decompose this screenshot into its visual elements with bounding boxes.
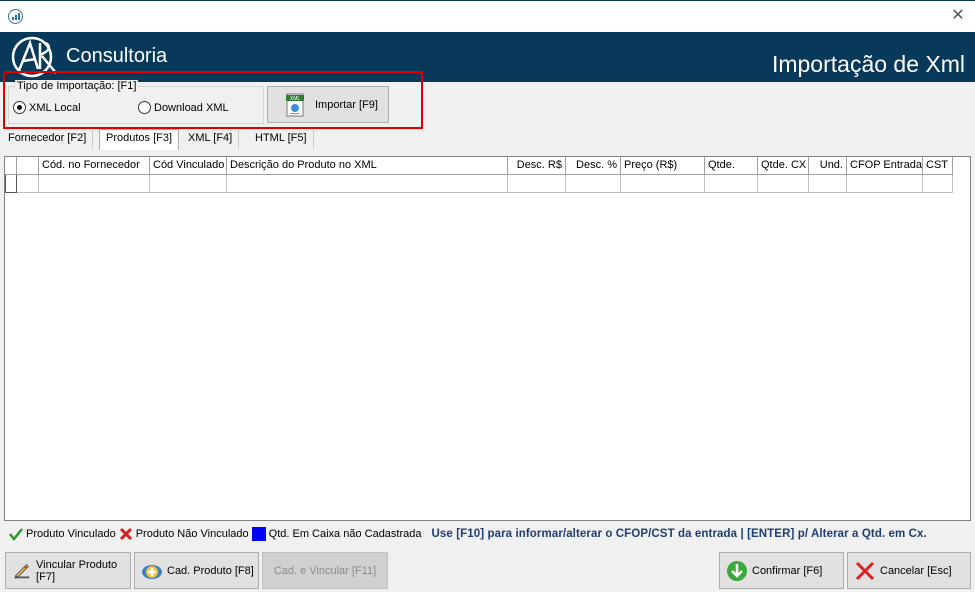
col-cod-fornecedor[interactable]: Cód. no Fornecedor	[39, 157, 150, 175]
col-qtde-cx[interactable]: Qtde. CX	[758, 157, 809, 175]
cad-produto-button[interactable]: Cad. Produto [F8]	[134, 552, 259, 589]
radio-download-xml-label: Download XML	[154, 101, 229, 114]
grid-cell[interactable]	[758, 175, 809, 193]
tab-produtos[interactable]: Produtos [F3]	[99, 129, 180, 150]
legend-nao-vinculado: Produto Não Vinculado	[119, 527, 249, 541]
grid-cell[interactable]	[705, 175, 758, 193]
grid-cell[interactable]	[847, 175, 923, 193]
title-bar: ✕	[0, 0, 975, 32]
cancelar-button[interactable]: Cancelar [Esc]	[847, 552, 971, 589]
row-indicator	[5, 175, 17, 193]
col-preco[interactable]: Preço (R$)	[621, 157, 705, 175]
brand-name: Consultoria	[66, 45, 168, 67]
col-cfop-entrada[interactable]: CFOP Entrada	[847, 157, 923, 175]
logo-icon	[11, 36, 57, 78]
cad-produto-label: Cad. Produto [F8]	[167, 564, 254, 577]
tab-fornecedor[interactable]: Fornecedor [F2]	[2, 130, 94, 149]
radio-download-xml[interactable]: Download XML	[138, 101, 229, 114]
col-desc-pct[interactable]: Desc. %	[566, 157, 621, 175]
radio-selected-icon	[13, 101, 26, 114]
add-product-icon	[142, 564, 162, 579]
col-status	[17, 157, 39, 175]
col-indicator	[5, 157, 17, 175]
close-button[interactable]: ✕	[949, 7, 967, 25]
legend-qtd-caixa: Qtd. Em Caixa não Cadastrada	[251, 527, 422, 541]
confirmar-label: Confirmar [F6]	[752, 564, 823, 577]
legend-nao-vinculado-label: Produto Não Vinculado	[135, 528, 249, 540]
col-und[interactable]: Und.	[809, 157, 847, 175]
grid-cell[interactable]	[809, 175, 847, 193]
grid-cell[interactable]	[621, 175, 705, 193]
tab-bar: Fornecedor [F2] Produtos [F3] XML [F4] H…	[0, 129, 975, 150]
grid-cell[interactable]	[923, 175, 953, 193]
import-button-label: Importar [F9]	[315, 98, 378, 111]
legend-vinculado: Produto Vinculado	[9, 527, 116, 541]
grid-cell[interactable]	[150, 175, 227, 193]
import-xml-window: ✕ Consultoria Importação de Xml Tipo de …	[0, 0, 975, 592]
x-icon	[119, 527, 132, 541]
col-qtde[interactable]: Qtde.	[705, 157, 758, 175]
grid-cell[interactable]	[17, 175, 39, 193]
import-button[interactable]: XML Importar [F9]	[267, 86, 389, 123]
xml-file-icon: XML	[286, 93, 304, 116]
grid-cell[interactable]	[39, 175, 150, 193]
vincular-produto-button[interactable]: Vincular Produto [F7]	[5, 552, 131, 589]
import-type-group: Tipo de Importação: [F1] XML Local Downl…	[8, 80, 264, 124]
confirmar-button[interactable]: Confirmar [F6]	[719, 552, 844, 589]
app-chart-icon	[8, 9, 23, 24]
pencil-edit-icon	[14, 563, 30, 578]
shortcut-hint: Use [F10] para informar/alterar o CFOP/C…	[431, 528, 927, 540]
grid-cell[interactable]	[508, 175, 566, 193]
confirm-arrow-icon	[727, 560, 747, 581]
tab-html[interactable]: HTML [F5]	[249, 130, 314, 149]
col-desc-rs[interactable]: Desc. R$	[508, 157, 566, 175]
check-icon	[9, 528, 23, 541]
grid-cell[interactable]	[227, 175, 508, 193]
grid-cell[interactable]	[566, 175, 621, 193]
radio-xml-local-label: XML Local	[29, 101, 81, 114]
col-descricao[interactable]: Descrição do Produto no XML	[227, 157, 508, 175]
grid-header: Cód. no Fornecedor Cód Vinculado Descriç…	[5, 157, 953, 175]
col-cst[interactable]: CST	[923, 157, 953, 175]
tab-xml[interactable]: XML [F4]	[182, 130, 240, 149]
radio-xml-local[interactable]: XML Local	[13, 101, 81, 114]
col-cod-vinculado[interactable]: Cód Vinculado	[150, 157, 227, 175]
blue-square-icon	[251, 527, 266, 541]
legend-bar: Produto Vinculado Produto Não Vinculado …	[0, 524, 975, 544]
import-type-legend: Tipo de Importação: [F1]	[15, 80, 139, 92]
cancelar-label: Cancelar [Esc]	[880, 564, 952, 577]
cad-e-vincular-label: Cad. e Vincular [F11]	[273, 564, 377, 577]
cancel-x-icon	[855, 561, 875, 580]
vincular-produto-label: Vincular Produto [F7]	[36, 558, 118, 583]
legend-qtd-caixa-label: Qtd. Em Caixa não Cadastrada	[268, 528, 422, 540]
cad-e-vincular-button[interactable]: Cad. e Vincular [F11]	[262, 552, 388, 589]
products-grid[interactable]: Cód. no Fornecedor Cód Vinculado Descriç…	[4, 156, 971, 521]
page-title: Importação de Xml	[771, 51, 965, 77]
svg-text:XML: XML	[290, 96, 301, 102]
legend-vinculado-label: Produto Vinculado	[26, 528, 116, 540]
table-row[interactable]	[5, 175, 953, 193]
header-banner: Consultoria Importação de Xml	[0, 32, 975, 82]
radio-unselected-icon	[138, 101, 151, 114]
